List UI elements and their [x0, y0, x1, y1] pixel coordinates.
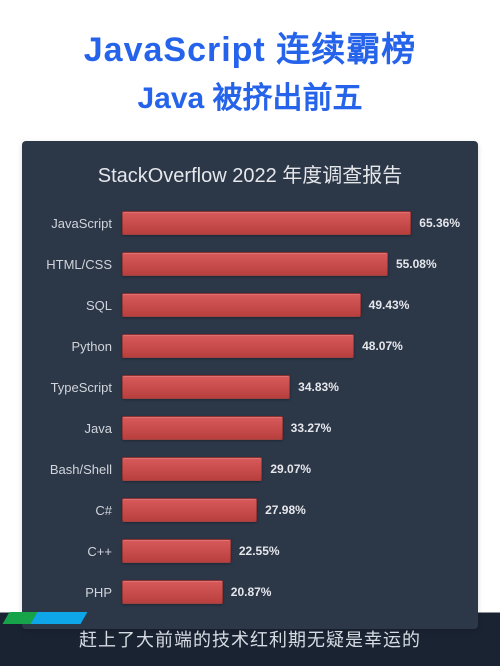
- caption-bar: 赶上了大前端的技术红利期无疑是幸运的: [0, 612, 500, 666]
- bar-label: HTML/CSS: [40, 257, 122, 272]
- bar-label: C#: [40, 503, 122, 518]
- bar-track: 48.07%: [122, 334, 460, 358]
- bar-value: 65.36%: [419, 216, 460, 230]
- bar-track: 27.98%: [122, 498, 460, 522]
- bar: [122, 539, 231, 563]
- chart-panel: StackOverflow 2022 年度调查报告 JavaScript 65.3…: [22, 141, 478, 629]
- bar-label: JavaScript: [40, 216, 122, 231]
- chart-row: Bash/Shell 29.07%: [40, 454, 460, 484]
- bar-track: 22.55%: [122, 539, 460, 563]
- bar: [122, 498, 257, 522]
- caption-text: 赶上了大前端的技术红利期无疑是幸运的: [79, 626, 421, 652]
- chart-title: StackOverflow 2022 年度调查报告: [40, 159, 460, 188]
- bar-track: 55.08%: [122, 252, 460, 276]
- bar-track: 65.36%: [122, 211, 460, 235]
- headline-line2: Java 被挤出前五: [10, 73, 490, 117]
- bar-value: 49.43%: [369, 298, 410, 312]
- bar: [122, 334, 354, 358]
- chart-row: C++ 22.55%: [40, 536, 460, 566]
- chart-row: Java 33.27%: [40, 413, 460, 443]
- bar-label: SQL: [40, 298, 122, 313]
- bar: [122, 252, 388, 276]
- bar-value: 27.98%: [265, 503, 306, 517]
- bar-label: C++: [40, 544, 122, 559]
- chart-rows: JavaScript 65.36% HTML/CSS 55.08% SQL 49.43% P…: [40, 208, 460, 607]
- header: JavaScript 连续霸榜 Java 被挤出前五: [0, 0, 500, 131]
- bar: [122, 457, 262, 481]
- bar-label: Java: [40, 421, 122, 436]
- chart-row: SQL 49.43%: [40, 290, 460, 320]
- bar-value: 55.08%: [396, 257, 437, 271]
- headline-line1: JavaScript 连续霸榜: [10, 22, 490, 71]
- bar-value: 29.07%: [270, 462, 311, 476]
- bar-value: 48.07%: [362, 339, 403, 353]
- bar-label: Bash/Shell: [40, 462, 122, 477]
- bar-track: 49.43%: [122, 293, 460, 317]
- bar-track: 34.83%: [122, 375, 460, 399]
- chart-row: TypeScript 34.83%: [40, 372, 460, 402]
- bar-label: Python: [40, 339, 122, 354]
- bar: [122, 293, 361, 317]
- bar: [122, 416, 283, 440]
- chart-row: HTML/CSS 55.08%: [40, 249, 460, 279]
- bar-value: 34.83%: [298, 380, 339, 394]
- bar-label: TypeScript: [40, 380, 122, 395]
- bar-value: 33.27%: [291, 421, 332, 435]
- bar: [122, 580, 223, 604]
- bar-label: PHP: [40, 585, 122, 600]
- chart-row: PHP 20.87%: [40, 577, 460, 607]
- chart-row: Python 48.07%: [40, 331, 460, 361]
- bar-track: 29.07%: [122, 457, 460, 481]
- bar-track: 20.87%: [122, 580, 460, 604]
- chart-row: C# 27.98%: [40, 495, 460, 525]
- bar-value: 20.87%: [231, 585, 272, 599]
- bar-value: 22.55%: [239, 544, 280, 558]
- chart-row: JavaScript 65.36%: [40, 208, 460, 238]
- bar-track: 33.27%: [122, 416, 460, 440]
- bar: [122, 375, 290, 399]
- bar: [122, 211, 411, 235]
